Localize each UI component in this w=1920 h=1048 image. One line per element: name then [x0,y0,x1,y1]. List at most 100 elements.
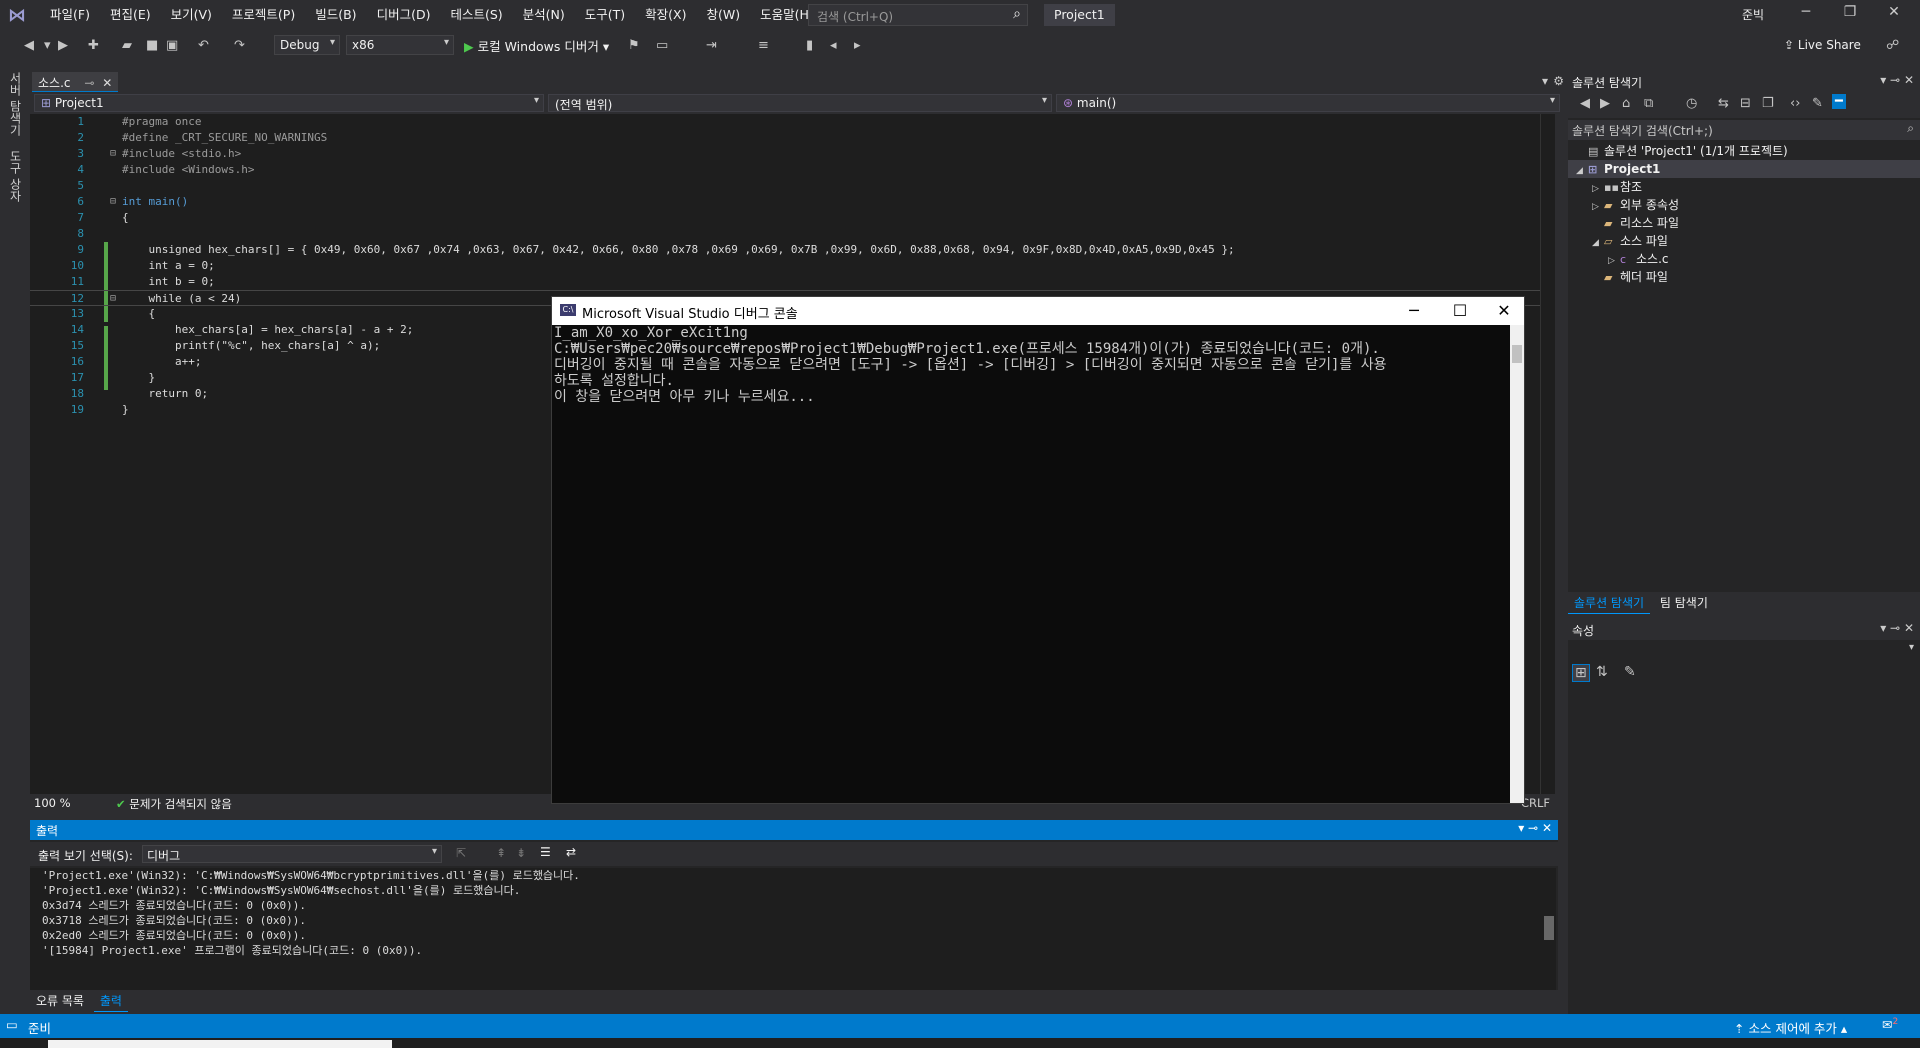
save-icon[interactable]: ■ [146,38,158,53]
close-icon[interactable]: ✕ [1486,301,1522,320]
pin-icon[interactable]: ⊸ [1890,621,1900,635]
tree-node-source-c[interactable]: ▷ c 소스.c [1568,250,1920,268]
collapse-icon[interactable]: ⊟ [110,291,116,307]
tree-node-solution[interactable]: ▤ 솔루션 'Project1' (1/1개 프로젝트) [1568,142,1920,160]
user-badge[interactable]: 준빅 [1742,6,1764,23]
properties-object-select[interactable]: ▾ [1568,640,1920,660]
zoom-level[interactable]: 100 % [34,796,71,810]
collapse-all-icon[interactable]: ⊟ [1740,96,1751,111]
close-icon[interactable]: ✕ [1542,821,1552,835]
prev-message-icon[interactable]: ⇞ [496,846,506,860]
gear-icon[interactable]: ⚙ [1553,74,1564,88]
menu-edit[interactable]: 편집(E) [100,6,161,24]
menu-window[interactable]: 창(W) [696,6,750,24]
close-icon[interactable]: ✕ [1904,73,1914,87]
open-folder-icon[interactable]: ▰ [122,38,132,53]
chevron-down-icon[interactable]: ▾ [44,38,51,53]
tab-output[interactable]: 출력 [93,990,128,1012]
tab-team-explorer[interactable]: 팀 탐색기 [1654,592,1714,613]
back-icon[interactable]: ◀ [1580,96,1590,111]
chevron-down-icon[interactable]: ▾ [1518,821,1524,835]
comment-icon[interactable]: ≡ [758,38,769,53]
wrench-icon[interactable]: ✎ [1812,96,1823,111]
close-icon[interactable]: ✕ [1874,4,1914,26]
screen-icon[interactable]: ▭ [656,38,668,53]
live-share-button[interactable]: ⇪ Live Share [1784,38,1861,52]
menu-tools[interactable]: 도구(T) [575,6,635,24]
toolbox-tab[interactable]: 도구 상자 [7,150,24,202]
save-all-icon[interactable]: ▣ [166,38,178,53]
word-wrap-icon[interactable]: ⇄ [566,845,576,859]
server-explorer-tab[interactable]: 서버 탐색기 [7,72,24,136]
scroll-thumb[interactable] [1544,916,1554,940]
menu-debug[interactable]: 디버그(D) [367,6,441,24]
search-input[interactable]: 검색 (Ctrl+Q) ⌕ [808,4,1028,26]
collapse-icon[interactable]: ⊟ [110,146,116,162]
tab-solution-explorer[interactable]: 솔루션 탐색기 [1568,592,1651,614]
menu-view[interactable]: 보기(V) [161,6,222,24]
minimize-icon[interactable]: ─ [1786,4,1826,26]
menu-extensions[interactable]: 확장(X) [635,6,696,24]
preview-icon[interactable]: ━ [1832,94,1846,109]
new-project-icon[interactable]: ✚ [88,38,99,53]
tree-node-references[interactable]: ▷ ▪▪참조 [1568,178,1920,196]
maximize-icon[interactable]: ☐ [1442,301,1478,320]
redo-icon[interactable]: ↷ [234,38,245,53]
step-icon[interactable]: ⇥ [706,38,717,53]
solution-search-input[interactable]: 솔루션 탐색기 검색(Ctrl+;) ⌕ [1568,120,1920,140]
bookmark-next-icon[interactable]: ▸ [854,38,861,53]
menu-test[interactable]: 테스트(S) [440,6,512,24]
scroll-thumb[interactable] [1512,345,1522,363]
chevron-down-icon[interactable]: ▾ [1542,74,1548,88]
line-ending[interactable]: CRLF [1521,796,1550,810]
next-message-icon[interactable]: ⇟ [516,846,526,860]
restore-icon[interactable]: ❐ [1830,4,1870,26]
attach-icon[interactable]: ⚑ [628,38,640,53]
home-icon[interactable]: ⌂ [1622,96,1630,111]
menu-build[interactable]: 빌드(B) [305,6,366,24]
platform-select[interactable]: x86 ▾ [346,35,454,55]
collapse-icon[interactable]: ⊟ [110,194,116,210]
tab-error-list[interactable]: 오류 목록 [30,990,90,1011]
output-text[interactable]: 'Project1.exe'(Win32): 'C:₩Windows₩SysWO… [30,868,1542,990]
minimize-icon[interactable]: ─ [1396,301,1432,320]
project-nav-select[interactable]: ⊞ Project1 ▾ [34,94,544,112]
code-icon[interactable]: ‹› [1790,96,1800,111]
tree-node-source-files[interactable]: ◢ ▱ 소스 파일 [1568,232,1920,250]
config-select[interactable]: Debug ▾ [274,35,340,55]
source-control-button[interactable]: ⇡ 소스 제어에 추가 ▴ [1734,1018,1847,1037]
notifications-icon[interactable]: ✉2 [1882,1017,1898,1032]
tree-node-external-deps[interactable]: ▷ ▰ 외부 종속성 [1568,196,1920,214]
pin-icon[interactable]: ⊸ [1528,821,1538,835]
menu-analyze[interactable]: 분석(N) [513,6,575,24]
bookmark-prev-icon[interactable]: ◂ [830,38,837,53]
visual-studio-logo-icon[interactable]: ⋈ [8,5,36,26]
categorized-icon[interactable]: ⊞ [1572,664,1590,682]
start-debugging-button[interactable]: ▶ 로컬 Windows 디버거 ▾ [464,36,609,55]
property-pages-icon[interactable]: ✎ [1624,664,1636,680]
console-title-bar[interactable]: C:\ Microsoft Visual Studio 디버그 콘솔 ─ ☐ ✕ [552,297,1524,325]
issues-indicator[interactable]: ✔ 문제가 검색되지 않음 [116,796,232,812]
pin-icon[interactable]: ⊸ [84,76,94,90]
function-nav-select[interactable]: ⊛ main() ▾ [1056,94,1560,112]
forward-icon[interactable]: ▶ [1600,96,1610,111]
chevron-down-icon[interactable]: ▾ [1880,621,1886,635]
history-icon[interactable]: ◷ [1686,96,1697,111]
scope-nav-select[interactable]: (전역 범위) ▾ [548,94,1052,112]
back-icon[interactable]: ◀ [24,38,34,53]
bookmark-icon[interactable]: ▮ [806,38,813,53]
feedback-icon[interactable]: ☍ [1886,38,1899,53]
clear-all-icon[interactable]: ☰ [540,845,551,859]
undo-icon[interactable]: ↶ [198,38,209,53]
alphabetical-icon[interactable]: ⇅ [1596,664,1608,680]
close-icon[interactable]: ✕ [102,76,112,90]
forward-icon[interactable]: ▶ [58,38,68,53]
tab-source-file[interactable]: 소스.c ⊸ ✕ [32,72,119,92]
tree-node-project[interactable]: ◢ ⊞ Project1 [1568,160,1920,178]
menu-file[interactable]: 파일(F) [40,6,100,24]
show-all-icon[interactable]: ❐ [1762,96,1774,111]
output-source-select[interactable]: 디버그 ▾ [142,845,442,863]
tree-node-resource-files[interactable]: ▰ 리소스 파일 [1568,214,1920,232]
chevron-down-icon[interactable]: ▾ [1880,73,1886,87]
close-icon[interactable]: ✕ [1904,621,1914,635]
